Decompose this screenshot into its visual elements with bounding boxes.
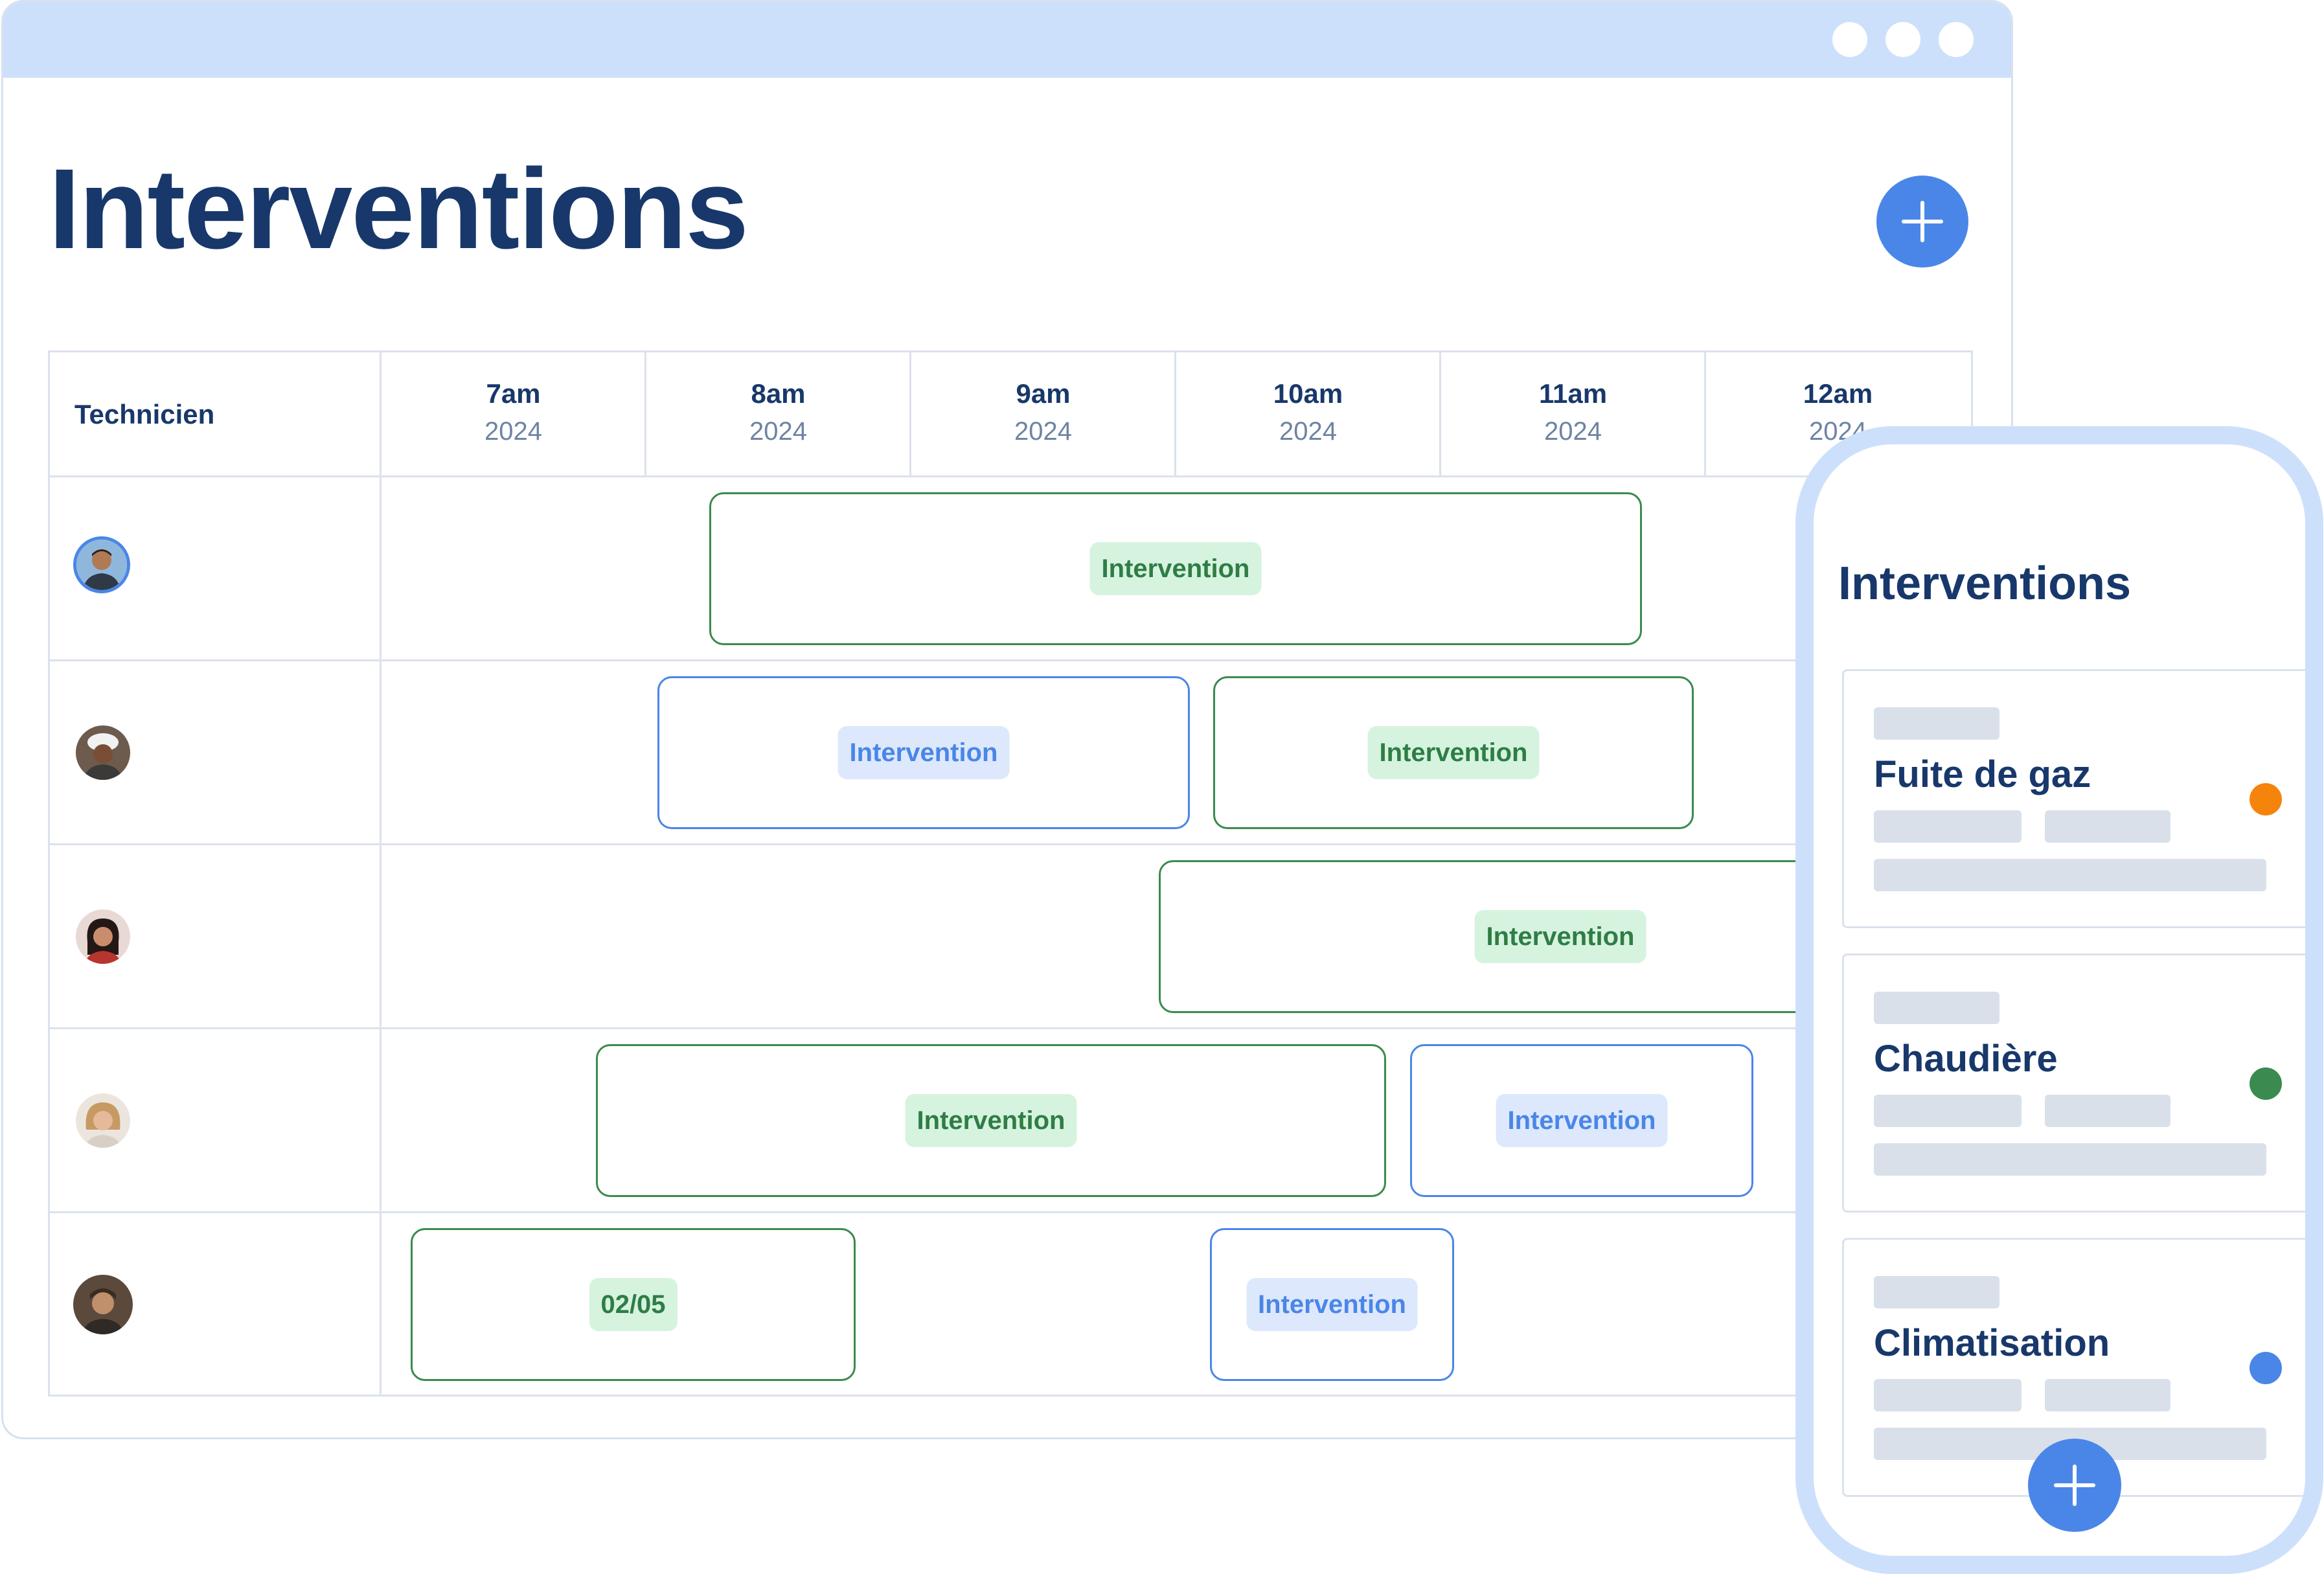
mobile-phone: Interventions Fuite de gaz Chaudière Cli… <box>1795 426 2323 1574</box>
hour-header: 10am 2024 <box>1273 378 1343 446</box>
hour-header: 7am 2024 <box>484 378 542 446</box>
intervention-event[interactable]: Intervention <box>596 1044 1386 1197</box>
planning-grid: Technicien 7am 2024 8am 2024 9am 2024 10… <box>48 350 1973 1397</box>
intervention-event[interactable]: Intervention <box>1210 1228 1454 1381</box>
hour-header: 8am 2024 <box>749 378 807 446</box>
mobile-add-button[interactable] <box>2028 1439 2121 1532</box>
intervention-event[interactable]: Intervention <box>709 492 1642 645</box>
technician-avatar[interactable] <box>76 1093 130 1148</box>
desktop-window: Interventions Technicien 7am 2024 8am 20… <box>1 0 2013 1439</box>
event-label: Intervention <box>1089 542 1262 595</box>
hour-header: 9am 2024 <box>1014 378 1072 446</box>
page-title: Interventions <box>49 146 749 273</box>
card-title: Fuite de gaz <box>1874 753 2091 795</box>
event-label: Intervention <box>1474 910 1646 963</box>
window-dot-icon[interactable] <box>1885 22 1920 57</box>
technician-avatar[interactable] <box>73 536 130 593</box>
technician-avatar[interactable] <box>76 909 130 964</box>
add-intervention-button[interactable] <box>1876 176 1968 268</box>
event-label: Intervention <box>1246 1278 1418 1331</box>
technician-avatar[interactable] <box>76 725 130 780</box>
technician-avatar[interactable] <box>73 1275 133 1334</box>
mobile-page-title: Interventions <box>1838 558 2132 610</box>
intervention-event[interactable]: 02/05 <box>411 1228 856 1381</box>
technician-column-header: Technicien <box>74 399 215 429</box>
intervention-event[interactable]: Intervention <box>1410 1044 1753 1197</box>
event-label: Intervention <box>1367 726 1540 779</box>
window-dot-icon[interactable] <box>1832 22 1867 57</box>
event-label: 02/05 <box>589 1278 678 1331</box>
plus-icon <box>1902 201 1943 242</box>
window-titlebar <box>3 2 2011 78</box>
status-dot-icon <box>2250 1067 2282 1100</box>
plus-icon <box>2054 1465 2095 1506</box>
event-label: Intervention <box>837 726 1010 779</box>
hour-header: 11am 2024 <box>1538 378 1608 446</box>
intervention-event[interactable]: Intervention <box>1213 676 1694 829</box>
intervention-event[interactable]: Intervention <box>657 676 1190 829</box>
window-dot-icon[interactable] <box>1939 22 1974 57</box>
intervention-card[interactable]: Chaudière <box>1842 953 2305 1213</box>
intervention-card[interactable]: Fuite de gaz <box>1842 669 2305 928</box>
event-label: Intervention <box>1496 1094 1668 1147</box>
event-label: Intervention <box>905 1094 1077 1147</box>
status-dot-icon <box>2250 1352 2282 1384</box>
card-title: Climatisation <box>1874 1322 2110 1364</box>
status-dot-icon <box>2250 783 2282 816</box>
card-title: Chaudière <box>1874 1038 2058 1080</box>
